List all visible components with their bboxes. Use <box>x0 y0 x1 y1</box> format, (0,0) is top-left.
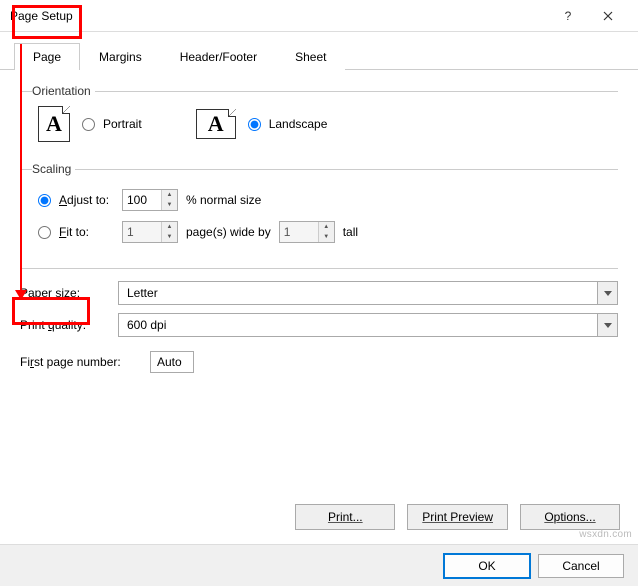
paper-size-row: Paper size: Letter <box>20 281 618 305</box>
landscape-radio[interactable]: Landscape <box>248 117 328 131</box>
first-page-input[interactable] <box>151 355 193 369</box>
ok-button[interactable]: OK <box>444 554 530 578</box>
cancel-button[interactable]: Cancel <box>538 554 624 578</box>
action-buttons: Print... Print Preview Options... <box>295 504 620 530</box>
spin-down-icon[interactable]: ▼ <box>319 232 334 242</box>
tab-content: Orientation A Portrait A Landscape Scali… <box>0 70 638 393</box>
spin-up-icon[interactable]: ▲ <box>162 190 177 200</box>
orientation-group: Orientation A Portrait A Landscape <box>20 84 618 154</box>
adjust-value[interactable] <box>123 190 161 210</box>
tab-strip: Page Margins Header/Footer Sheet <box>0 32 638 70</box>
orientation-legend: Orientation <box>32 84 95 98</box>
first-page-label: First page number: <box>20 355 140 369</box>
spin-down-icon[interactable]: ▼ <box>162 200 177 210</box>
print-quality-label: Print quality: <box>20 318 108 332</box>
fit-radio[interactable]: Fit to: <box>38 225 114 239</box>
spin-up-icon[interactable]: ▲ <box>162 222 177 232</box>
dialog-footer: OK Cancel <box>0 544 638 586</box>
chevron-down-icon[interactable] <box>597 282 617 304</box>
fit-tall-suffix: tall <box>343 225 358 239</box>
paper-size-dropdown[interactable]: Letter <box>118 281 618 305</box>
adjust-spinner[interactable]: ▲▼ <box>122 189 178 211</box>
paper-size-label: Paper size: <box>20 286 108 300</box>
titlebar: Page Setup ? <box>0 0 638 32</box>
first-page-input-wrap[interactable] <box>150 351 194 373</box>
tab-margins[interactable]: Margins <box>80 43 161 70</box>
adjust-suffix: % normal size <box>186 193 261 207</box>
first-page-row: First page number: <box>20 351 618 373</box>
fit-tall-spinner[interactable]: ▲▼ <box>279 221 335 243</box>
print-button[interactable]: Print... <box>295 504 395 530</box>
scaling-group: Scaling Adjust to: ▲▼ % normal size Fit … <box>20 162 618 260</box>
spin-up-icon[interactable]: ▲ <box>319 222 334 232</box>
scaling-legend: Scaling <box>32 162 75 176</box>
options-button[interactable]: Options... <box>520 504 620 530</box>
landscape-icon: A <box>196 109 236 139</box>
print-quality-value: 600 dpi <box>119 318 597 332</box>
print-quality-dropdown[interactable]: 600 dpi <box>118 313 618 337</box>
tab-sheet[interactable]: Sheet <box>276 43 345 70</box>
fit-wide-value[interactable] <box>123 222 161 242</box>
tab-page[interactable]: Page <box>14 43 80 70</box>
close-button[interactable] <box>588 0 628 32</box>
spin-down-icon[interactable]: ▼ <box>162 232 177 242</box>
fit-tall-value[interactable] <box>280 222 318 242</box>
fit-wide-spinner[interactable]: ▲▼ <box>122 221 178 243</box>
watermark: wsxdn.com <box>579 529 632 540</box>
window-title: Page Setup <box>10 9 548 23</box>
adjust-radio[interactable]: Adjust to: <box>38 193 114 207</box>
portrait-radio[interactable]: Portrait <box>82 117 142 131</box>
fit-mid-label: page(s) wide by <box>186 225 271 239</box>
paper-size-value: Letter <box>119 286 597 300</box>
print-quality-row: Print quality: 600 dpi <box>20 313 618 337</box>
tab-headerfooter[interactable]: Header/Footer <box>161 43 276 70</box>
help-button[interactable]: ? <box>548 0 588 32</box>
chevron-down-icon[interactable] <box>597 314 617 336</box>
portrait-icon: A <box>38 106 70 142</box>
print-preview-button[interactable]: Print Preview <box>407 504 508 530</box>
close-icon <box>603 11 613 21</box>
